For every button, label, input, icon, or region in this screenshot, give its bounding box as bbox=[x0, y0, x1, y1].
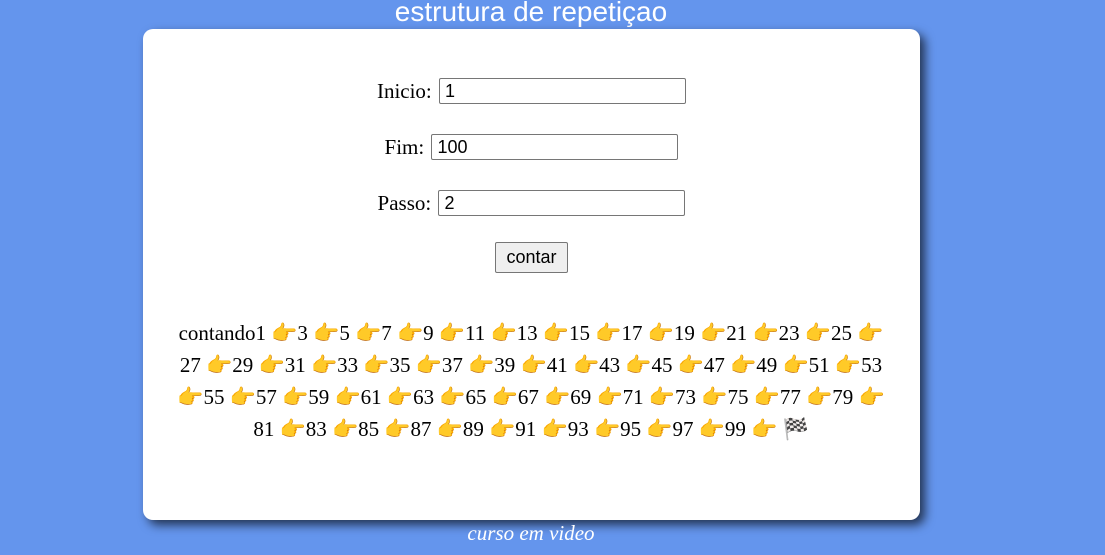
button-row: contar bbox=[143, 242, 920, 273]
inicio-input[interactable] bbox=[439, 78, 687, 105]
passo-row: Passo: bbox=[143, 185, 920, 219]
passo-input[interactable] bbox=[438, 190, 686, 217]
page-title: estrutura de repetiçao bbox=[394, 0, 668, 27]
inicio-label: Inicio: bbox=[376, 79, 432, 104]
form-card: Inicio: Fim: Passo: contar contando1 👉3 … bbox=[143, 29, 920, 520]
result-output: contando1 👉3 👉5 👉7 👉9 👉11 👉13 👉15 👉17 👉1… bbox=[177, 321, 885, 441]
contar-button[interactable]: contar bbox=[495, 242, 568, 273]
fim-input[interactable] bbox=[431, 134, 679, 161]
fim-row: Fim: bbox=[143, 129, 920, 163]
inicio-row: Inicio: bbox=[143, 73, 920, 107]
fim-label: Fim: bbox=[384, 135, 425, 160]
passo-label: Passo: bbox=[377, 191, 432, 216]
footer-text: curso em video bbox=[467, 521, 595, 545]
